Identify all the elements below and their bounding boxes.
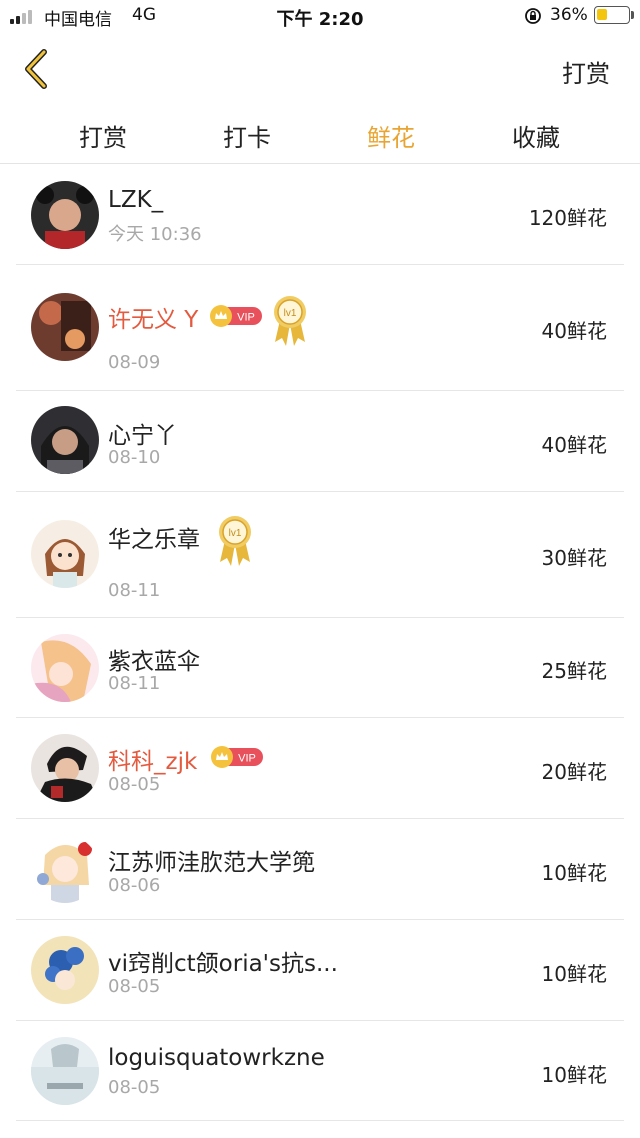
flower-count: 120鲜花: [528, 206, 607, 230]
status-time: 下午 2:20: [276, 9, 364, 30]
user-name[interactable]: 华之乐章: [108, 520, 200, 554]
reward-button[interactable]: 打赏: [562, 54, 610, 89]
list-item[interactable]: 江苏师洼肷范大学篼 08-06 10鲜花: [0, 819, 640, 920]
tab-flowers[interactable]: 鲜花: [331, 118, 451, 153]
avatar[interactable]: [31, 936, 99, 1004]
timestamp: 08-05: [108, 1077, 161, 1098]
tab-checkin[interactable]: 打卡: [187, 118, 307, 153]
flower-count: 40鲜花: [541, 433, 607, 457]
timestamp: 今天 10:36: [108, 224, 202, 245]
list-item[interactable]: 华之乐章 lv1 08-11 30鲜花: [0, 492, 640, 618]
user-name[interactable]: 江苏师洼肷范大学篼: [108, 843, 315, 877]
user-name[interactable]: 许无义 Y: [108, 300, 198, 334]
tab-reward[interactable]: 打赏: [43, 118, 163, 153]
battery-percentage: 36%: [550, 5, 588, 25]
user-name[interactable]: 心宁丫: [108, 416, 177, 450]
list-item[interactable]: 科科_zjk VIP 08-05 20鲜花: [0, 718, 640, 819]
rotation-lock-icon: [525, 8, 541, 24]
flower-count: 10鲜花: [541, 861, 607, 885]
divider: [16, 1120, 624, 1121]
avatar[interactable]: [31, 293, 99, 361]
chevron-left-icon: [25, 49, 47, 89]
list-item[interactable]: 紫衣蓝伞 08-11 25鲜花: [0, 618, 640, 718]
nav-bar: 打赏: [0, 34, 640, 104]
level-medal-icon: lv1: [274, 296, 306, 346]
vip-badge-icon: VIP: [210, 305, 262, 327]
level-medal-icon: lv1: [219, 516, 251, 566]
avatar[interactable]: [31, 181, 99, 249]
user-name[interactable]: LZK_: [108, 187, 163, 213]
battery-icon: [594, 6, 630, 24]
avatar[interactable]: [31, 406, 99, 474]
timestamp: 08-05: [108, 774, 161, 795]
status-bar: 中国电信 4G 下午 2:20 36%: [0, 0, 640, 34]
vip-badge-icon: VIP: [211, 746, 263, 768]
user-name[interactable]: 紫衣蓝伞: [108, 642, 200, 676]
tab-bar: 打赏 打卡 鲜花 收藏: [0, 104, 640, 164]
timestamp: 08-11: [108, 673, 161, 694]
flower-count: 40鲜花: [541, 319, 607, 343]
flower-count: 10鲜花: [541, 1063, 607, 1087]
list-item[interactable]: vi窍削ct颌oria's抗s... 08-05 10鲜花: [0, 920, 640, 1021]
back-button[interactable]: [16, 46, 60, 92]
user-name[interactable]: 科科_zjk: [108, 742, 197, 776]
avatar[interactable]: [31, 734, 99, 802]
flower-count: 25鲜花: [541, 659, 607, 683]
avatar[interactable]: [31, 520, 99, 588]
timestamp: 08-11: [108, 580, 161, 601]
flower-count: 10鲜花: [541, 962, 607, 986]
timestamp: 08-09: [108, 352, 161, 373]
timestamp: 08-05: [108, 976, 161, 997]
vip-badge-label: VIP: [238, 753, 256, 765]
avatar[interactable]: [31, 1037, 99, 1105]
list-item[interactable]: loguisquatowrkzne 08-05 10鲜花: [0, 1021, 640, 1121]
level-medal-label: lv1: [284, 308, 297, 319]
list-item[interactable]: 许无义 Y VIP lv1 08-09 40鲜花: [0, 265, 640, 391]
tab-favorites[interactable]: 收藏: [476, 118, 596, 153]
avatar[interactable]: [31, 835, 99, 903]
timestamp: 08-10: [108, 447, 161, 468]
flower-count: 30鲜花: [541, 546, 607, 570]
timestamp: 08-06: [108, 875, 161, 896]
list-item[interactable]: 心宁丫 08-10 40鲜花: [0, 391, 640, 492]
list-item[interactable]: LZK_ 今天 10:36 120鲜花: [0, 165, 640, 265]
battery-tip: [631, 11, 634, 19]
vip-badge-label: VIP: [237, 312, 255, 324]
avatar[interactable]: [31, 634, 99, 702]
flower-count: 20鲜花: [541, 760, 607, 784]
user-name[interactable]: vi窍削ct颌oria's抗s...: [108, 944, 338, 978]
level-medal-label: lv1: [229, 528, 242, 539]
user-name[interactable]: loguisquatowrkzne: [108, 1045, 325, 1071]
